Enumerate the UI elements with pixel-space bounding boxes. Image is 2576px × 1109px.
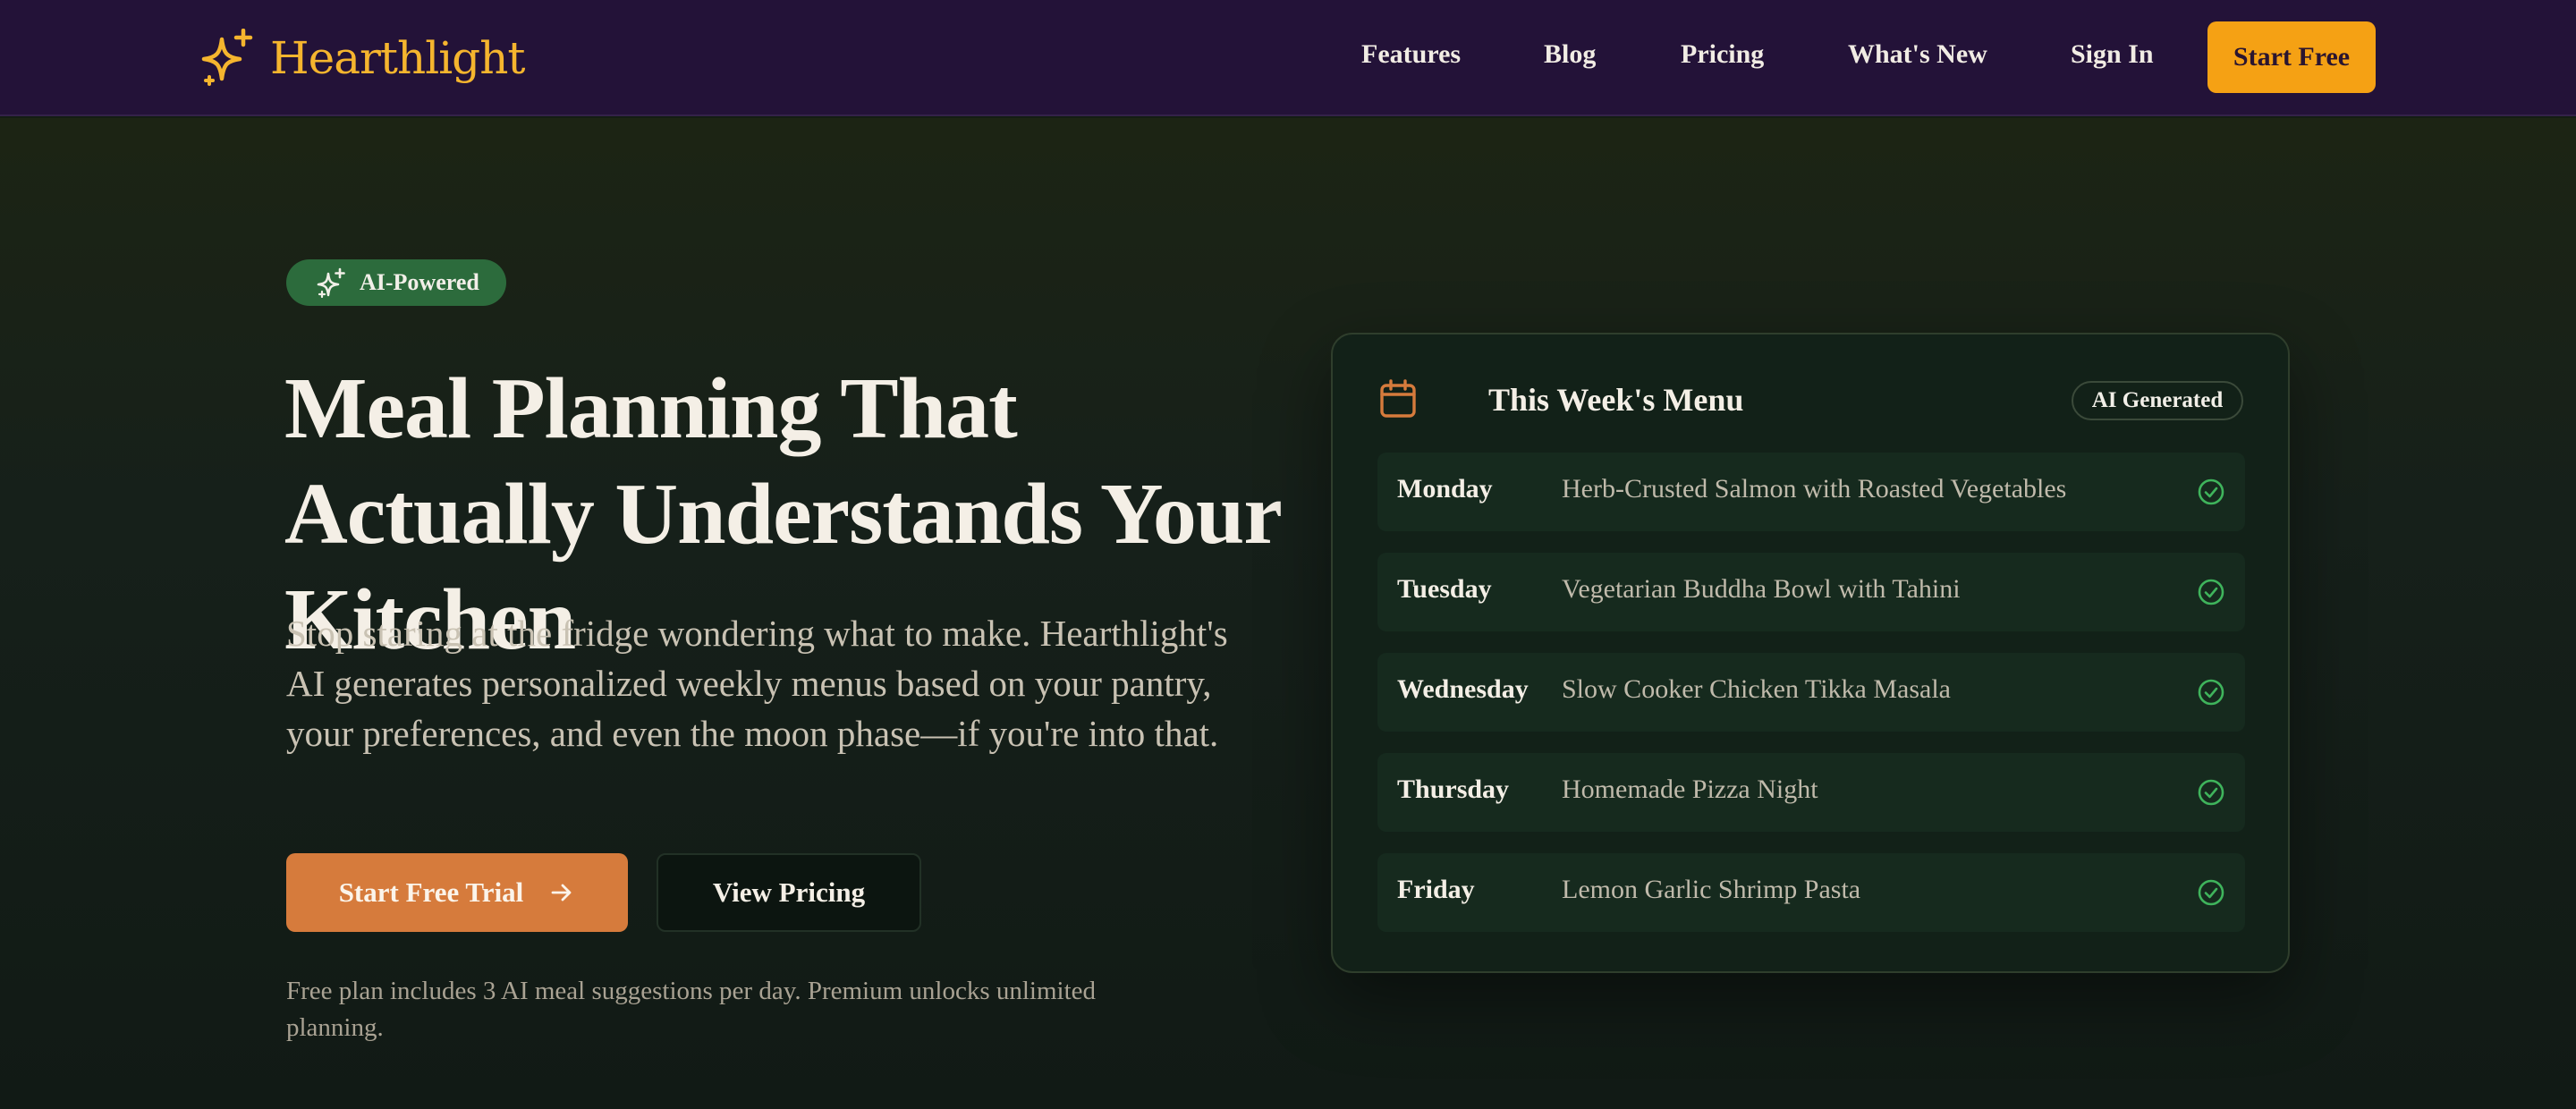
meal-name: Homemade Pizza Night (1562, 775, 1818, 804)
menu-row-monday[interactable]: Monday Herb-Crusted Salmon with Roasted … (1377, 453, 2245, 531)
meal-name: Herb-Crusted Salmon with Roasted Vegetab… (1562, 474, 2067, 504)
weekly-menu-card: This Week's Menu AI Generated Monday Her… (1331, 333, 2290, 973)
check-circle-icon (2198, 579, 2224, 605)
menu-list: Monday Herb-Crusted Salmon with Roasted … (1377, 453, 2245, 953)
menu-row-wednesday[interactable]: Wednesday Slow Cooker Chicken Tikka Masa… (1377, 653, 2245, 732)
check-circle-icon (2198, 779, 2224, 806)
meal-name: Slow Cooker Chicken Tikka Masala (1562, 674, 1951, 704)
start-free-trial-button[interactable]: Start Free Trial (286, 853, 628, 932)
day-label: Thursday (1397, 775, 1510, 804)
meal-name: Vegetarian Buddha Bowl with Tahini (1562, 574, 1961, 604)
day-label: Wednesday (1397, 674, 1529, 704)
start-free-trial-label: Start Free Trial (338, 876, 524, 908)
menu-row-friday[interactable]: Friday Lemon Garlic Shrimp Pasta (1377, 853, 2245, 932)
nav-link-blog[interactable]: Blog (1544, 39, 1596, 70)
check-circle-icon (2198, 879, 2224, 906)
day-label: Tuesday (1397, 574, 1492, 604)
day-label: Friday (1397, 875, 1475, 904)
brand-logo[interactable]: Hearthlight (200, 27, 525, 89)
start-free-button[interactable]: Start Free (2207, 21, 2376, 93)
day-label: Monday (1397, 474, 1493, 504)
meal-name: Lemon Garlic Shrimp Pasta (1562, 875, 1861, 904)
brand-name: Hearthlight (270, 32, 525, 84)
nav-link-pricing[interactable]: Pricing (1681, 39, 1764, 70)
menu-row-tuesday[interactable]: Tuesday Vegetarian Buddha Bowl with Tahi… (1377, 553, 2245, 631)
nav-link-whats-new[interactable]: What's New (1848, 39, 1987, 70)
check-circle-icon (2198, 478, 2224, 505)
badge-label: AI-Powered (360, 269, 479, 295)
sparkle-icon (201, 29, 253, 86)
menu-row-thursday[interactable]: Thursday Homemade Pizza Night (1377, 753, 2245, 832)
view-pricing-button[interactable]: View Pricing (657, 853, 921, 932)
ai-generated-tag: AI Generated (2072, 381, 2243, 420)
ai-powered-badge: AI-Powered (286, 259, 506, 306)
calendar-icon (1380, 379, 1416, 418)
check-circle-icon (2198, 679, 2224, 706)
arrow-right-icon (551, 884, 572, 902)
nav-link-sign-in[interactable]: Sign In (2071, 39, 2154, 70)
plan-footnote: Free plan includes 3 AI meal suggestions… (286, 977, 1097, 1042)
top-navbar: Hearthlight Features Blog Pricing What's… (0, 0, 2576, 116)
nav-link-features[interactable]: Features (1361, 39, 1461, 70)
card-header: This Week's Menu AI Generated (1379, 377, 2243, 422)
card-title: This Week's Menu (1488, 382, 1744, 418)
sparkle-icon (317, 267, 345, 298)
hero-subtext: Stop staring at the fridge wondering wha… (286, 613, 1228, 754)
